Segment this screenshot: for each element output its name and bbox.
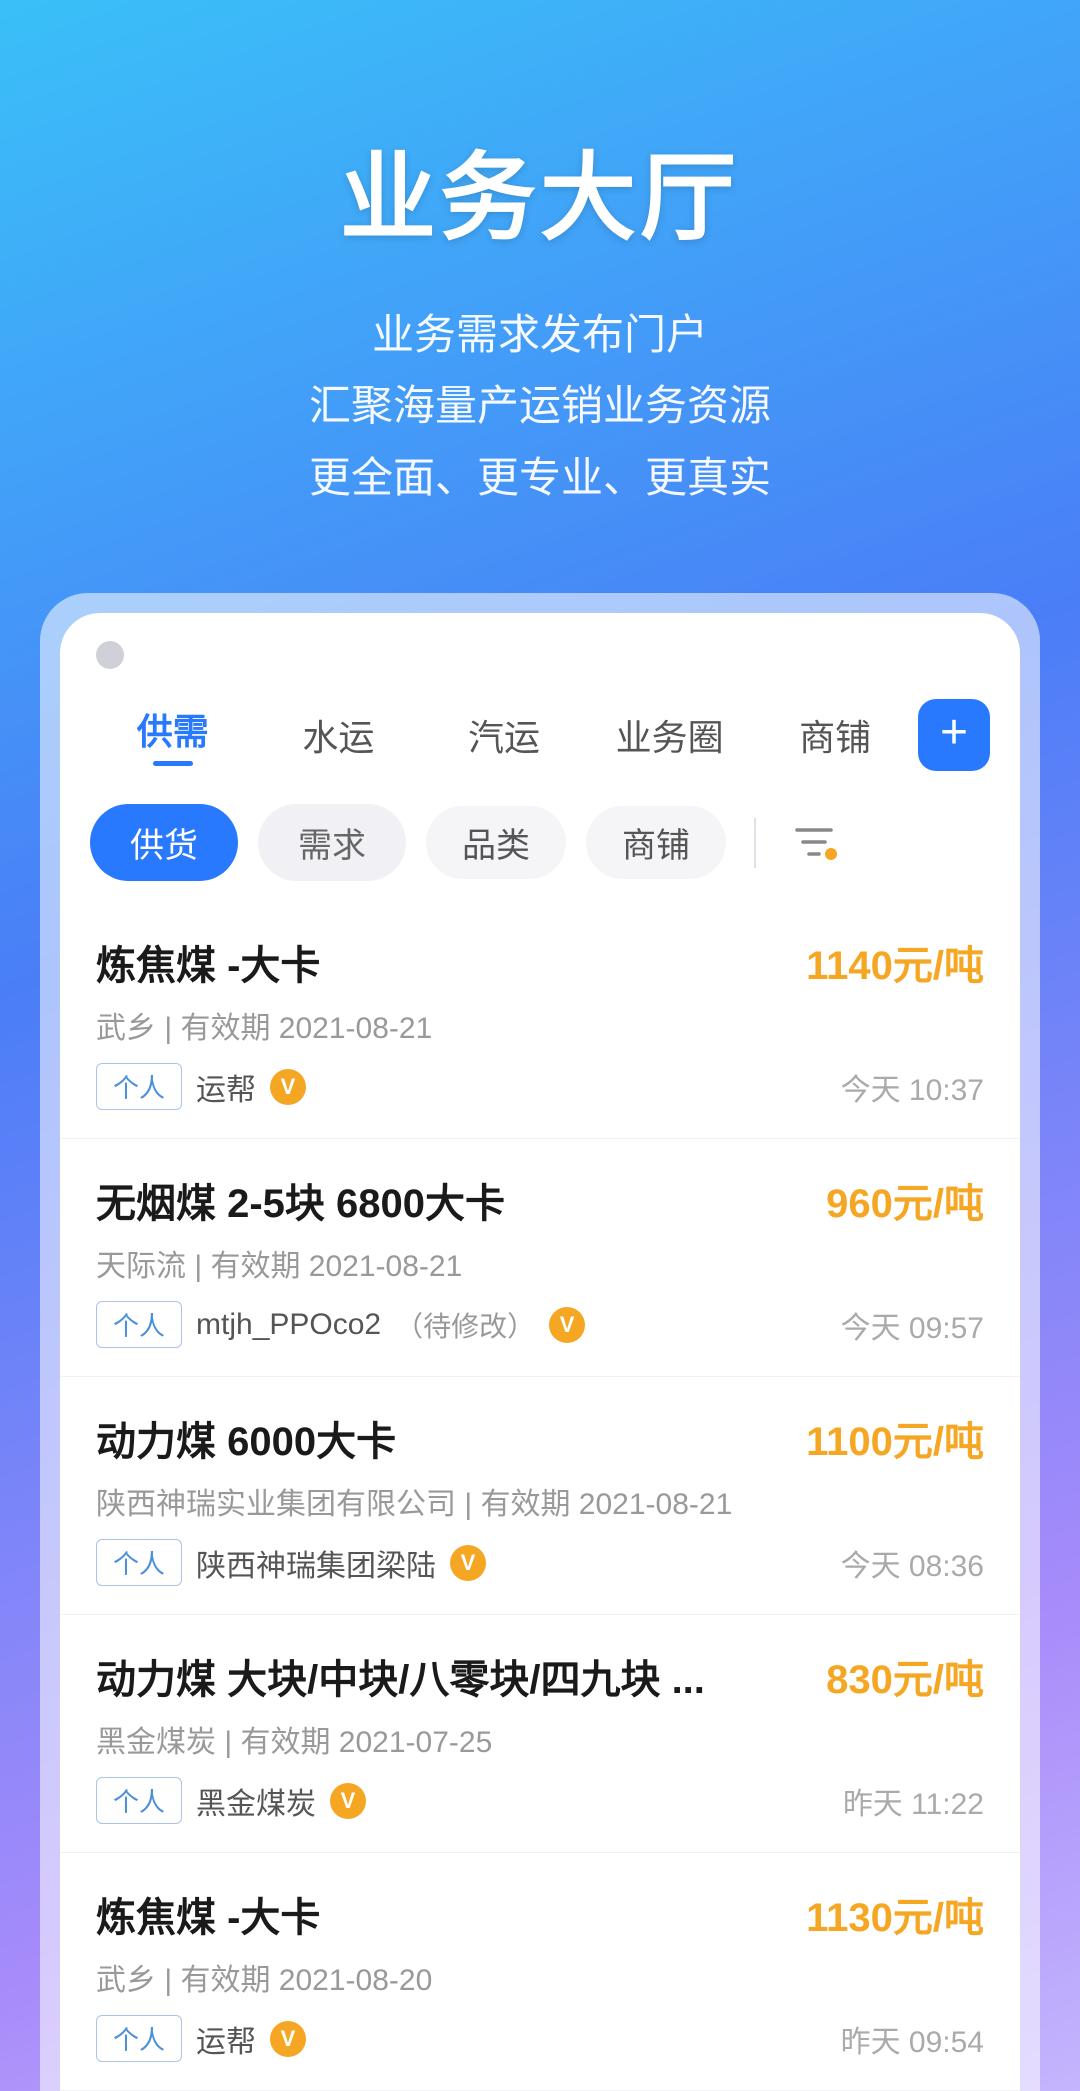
item-title: 动力煤 大块/中块/八零块/四九块 ... [96,1647,705,1705]
tab-water-transport[interactable]: 水运 [256,699,422,771]
main-card: 供需 水运 汽运 业务圈 商铺 + 供货 需求 品类 商铺 [60,613,1020,2091]
personal-tag: 个人 [96,1301,182,1348]
item-price: 1100元/吨 [806,1409,984,1467]
vip-badge: V [330,1783,366,1819]
filter-icon-button[interactable] [784,813,844,873]
tab-business-circle[interactable]: 业务圈 [587,699,753,771]
item-meta: 黑金煤炭 | 有效期 2021-07-25 [96,1717,984,1761]
item-time: 今天 08:36 [841,1541,984,1585]
card-indicator [60,613,1020,679]
item-title: 动力煤 6000大卡 [96,1409,396,1467]
list-item[interactable]: 炼焦煤 -大卡 1140元/吨 武乡 | 有效期 2021-08-21 个人 运… [60,901,1020,1139]
filter-icon [789,818,839,868]
subtitle-line1: 业务需求发布门户 [60,299,1020,370]
tab-truck-transport[interactable]: 汽运 [421,699,587,771]
add-button[interactable]: + [918,699,990,771]
page-subtitle: 业务需求发布门户 汇聚海量产运销业务资源 更全面、更专业、更真实 [60,299,1020,513]
indicator-dot [96,641,124,669]
item-price: 960元/吨 [826,1171,984,1229]
item-title: 炼焦煤 -大卡 [96,1885,320,1943]
header-section: 业务大厅 业务需求发布门户 汇聚海量产运销业务资源 更全面、更专业、更真实 [0,0,1080,593]
item-time: 今天 10:37 [841,1065,984,1109]
item-meta: 天际流 | 有效期 2021-08-21 [96,1241,984,1285]
item-price: 830元/吨 [826,1647,984,1705]
subtitle-line2: 汇聚海量产运销业务资源 [60,370,1020,441]
list-item[interactable]: 动力煤 大块/中块/八零块/四九块 ... 830元/吨 黑金煤炭 | 有效期 … [60,1615,1020,1853]
list-item[interactable]: 无烟煤 2-5块 6800大卡 960元/吨 天际流 | 有效期 2021-08… [60,1139,1020,1377]
tab-shop[interactable]: 商铺 [752,699,918,771]
vip-badge: V [270,2021,306,2057]
personal-tag: 个人 [96,1063,182,1110]
filter-divider [754,818,756,868]
subtitle-line3: 更全面、更专业、更真实 [60,442,1020,513]
personal-tag: 个人 [96,2015,182,2062]
tabs-row: 供需 水运 汽运 业务圈 商铺 + [60,679,1020,786]
items-list: 炼焦煤 -大卡 1140元/吨 武乡 | 有效期 2021-08-21 个人 运… [60,901,1020,2091]
demand-filter-button[interactable]: 需求 [258,804,406,881]
card-wrapper: 供需 水运 汽运 业务圈 商铺 + 供货 需求 品类 商铺 [40,593,1040,2091]
item-title: 无烟煤 2-5块 6800大卡 [96,1171,505,1229]
item-user: 陕西神瑞集团梁陆 [196,1541,436,1585]
item-user: 黑金煤炭 [196,1779,316,1823]
vip-badge: V [450,1545,486,1581]
vip-badge: V [270,1069,306,1105]
item-time: 今天 09:57 [841,1303,984,1347]
list-item[interactable]: 动力煤 6000大卡 1100元/吨 陕西神瑞实业集团有限公司 | 有效期 20… [60,1377,1020,1615]
item-price: 1130元/吨 [806,1885,984,1943]
item-meta: 武乡 | 有效期 2021-08-21 [96,1003,984,1047]
item-time: 昨天 09:54 [841,2017,984,2061]
pending-badge: （待修改） [395,1305,535,1345]
item-price: 1140元/吨 [806,933,984,991]
item-title: 炼焦煤 -大卡 [96,933,320,991]
personal-tag: 个人 [96,1539,182,1586]
list-item[interactable]: 炼焦煤 -大卡 1130元/吨 武乡 | 有效期 2021-08-20 个人 运… [60,1853,1020,2091]
personal-tag: 个人 [96,1777,182,1824]
tab-supply-demand[interactable]: 供需 [90,693,256,776]
store-filter-tag[interactable]: 商铺 [586,806,726,879]
page-title: 业务大厅 [60,120,1020,259]
item-time: 昨天 11:22 [843,1779,984,1823]
item-meta: 武乡 | 有效期 2021-08-20 [96,1955,984,1999]
item-user: 运帮 [196,1065,256,1109]
plus-icon: + [940,709,968,757]
category-filter-tag[interactable]: 品类 [426,806,566,879]
item-user: 运帮 [196,2017,256,2061]
item-user: mtjh_PPOco2 [196,1308,381,1342]
item-meta: 陕西神瑞实业集团有限公司 | 有效期 2021-08-21 [96,1479,984,1523]
vip-badge: V [549,1307,585,1343]
supply-filter-button[interactable]: 供货 [90,804,238,881]
filter-row: 供货 需求 品类 商铺 [60,786,1020,901]
